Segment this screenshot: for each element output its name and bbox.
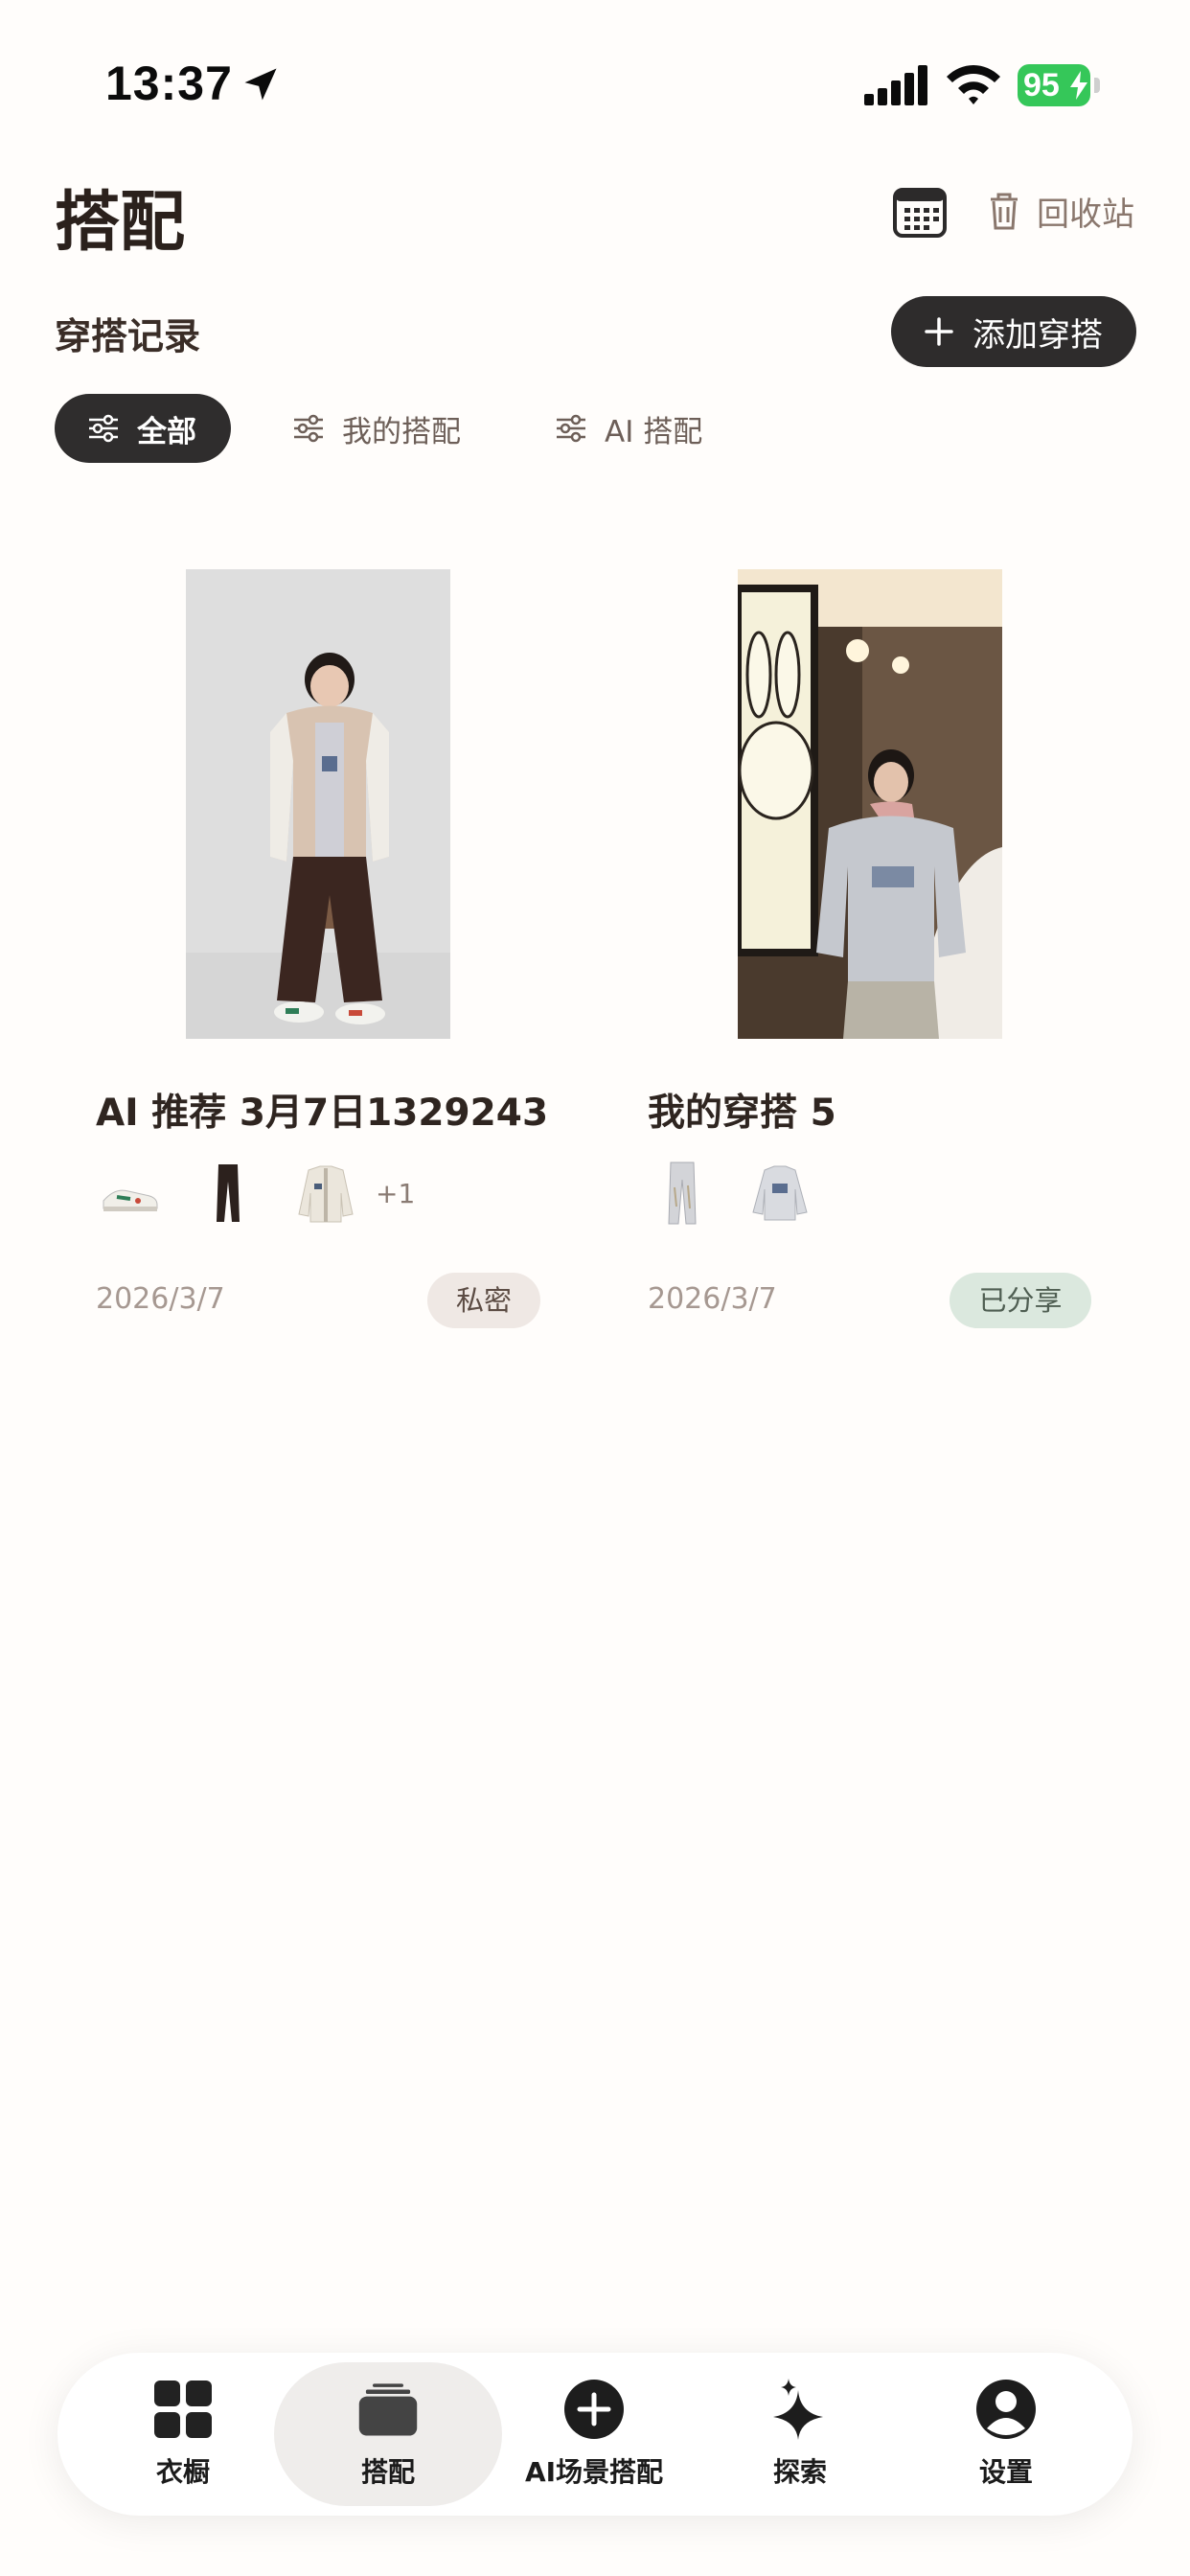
plus-circle-icon	[564, 2380, 624, 2439]
nav-item-settings[interactable]: 设置	[910, 2353, 1102, 2516]
add-outfit-button[interactable]: 添加穿搭	[891, 296, 1136, 367]
filter-tabs: 全部 我的搭配 AI 搭配	[55, 394, 735, 463]
outfit-title: 我的穿搭 5	[648, 1092, 836, 1135]
nav-item-outfits[interactable]: 搭配	[274, 2362, 502, 2506]
battery-indicator: 95	[1018, 64, 1100, 106]
outfit-title: AI 推荐 3月7日1329243	[96, 1092, 549, 1135]
add-outfit-label: 添加穿搭	[973, 315, 1103, 355]
status-time: 13:37	[105, 57, 233, 110]
filter-tab-label: 我的搭配	[342, 414, 461, 449]
filter-tab-mine[interactable]: 我的搭配	[260, 394, 493, 463]
trousers-thumbnail[interactable]	[194, 1159, 263, 1228]
nav-item-explore[interactable]: 探索	[704, 2353, 896, 2516]
filter-tab-label: AI 搭配	[605, 414, 703, 449]
outfit-card[interactable]: AI 推荐 3月7日1329243 +1 2026/3/7 私密	[96, 569, 556, 1336]
sneaker-thumbnail[interactable]	[96, 1159, 165, 1228]
nav-label: AI场景搭配	[524, 2456, 664, 2488]
grid-icon	[154, 2380, 212, 2438]
recycle-bin-button[interactable]: 回收站	[985, 186, 1134, 236]
outfit-photo[interactable]	[738, 569, 1002, 1039]
charging-bolt-icon	[1070, 71, 1087, 100]
bottom-navigation: 衣橱 搭配 AI场景搭配 探索 设置	[57, 2353, 1133, 2516]
outfit-photo[interactable]	[186, 569, 450, 1039]
plus-icon	[925, 317, 953, 346]
sparkle-icon	[773, 2379, 823, 2440]
status-badge: 已分享	[950, 1273, 1091, 1328]
nav-label: 搭配	[360, 2456, 415, 2488]
sliders-icon	[89, 414, 118, 443]
jacket-thumbnail[interactable]	[291, 1159, 360, 1228]
nav-label: 设置	[978, 2456, 1033, 2488]
battery-cap	[1094, 78, 1100, 93]
outfit-items	[648, 1150, 843, 1236]
page-title: 搭配	[55, 185, 186, 261]
nav-item-ai-scene[interactable]: AI场景搭配	[498, 2353, 690, 2516]
filter-tab-label: 全部	[137, 414, 196, 449]
outfit-items: +1	[96, 1150, 415, 1236]
filter-tab-all[interactable]: 全部	[55, 394, 231, 463]
sweatshirt-thumbnail[interactable]	[745, 1159, 814, 1228]
recycle-bin-label: 回收站	[1037, 195, 1134, 234]
profile-icon	[976, 2380, 1036, 2439]
calendar-icon[interactable]	[891, 182, 949, 240]
nav-label: 探索	[772, 2456, 827, 2488]
sliders-icon	[294, 414, 323, 443]
location-arrow-icon	[244, 68, 277, 101]
outfit-card[interactable]: 我的穿搭 5 2026/3/7 已分享	[648, 569, 1108, 1336]
cellular-signal-icon	[864, 65, 927, 105]
stack-icon	[358, 2383, 418, 2436]
section-title: 穿搭记录	[55, 315, 201, 357]
nav-item-wardrobe[interactable]: 衣橱	[87, 2353, 279, 2516]
more-items-count: +1	[376, 1177, 416, 1209]
outfit-date: 2026/3/7	[96, 1282, 225, 1316]
outfit-date: 2026/3/7	[648, 1282, 777, 1316]
wifi-icon	[947, 65, 1000, 104]
jeans-thumbnail[interactable]	[648, 1159, 717, 1228]
status-badge: 私密	[427, 1273, 540, 1328]
sliders-icon	[557, 414, 585, 443]
trash-icon	[991, 193, 1018, 230]
nav-label: 衣橱	[155, 2456, 210, 2488]
filter-tab-ai[interactable]: AI 搭配	[522, 394, 735, 463]
status-bar: 13:37 95	[0, 0, 1190, 172]
